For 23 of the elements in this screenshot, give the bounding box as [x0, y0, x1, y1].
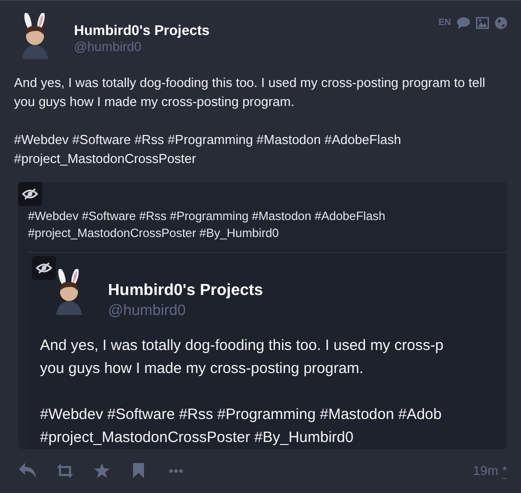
hashtag-line: #Webdev #Software #Rss #Programming #Mastodon #AdobeFlash [28, 208, 386, 225]
speech-bubble-icon [457, 16, 470, 29]
post-text: #Webdev #Software #Rss #Programming #Mastodon #AdobeFlash #project_MastodonCrossPoster [14, 131, 402, 168]
post-text-line: #Webdev #Software #Rss #Programming #Mastodon #Adob [40, 405, 443, 425]
display-name: Humbird0's Projects [108, 281, 263, 301]
user-handle[interactable]: @humbird0 [74, 39, 210, 55]
post-text-line: you guys how I made my cross-posting program. [40, 359, 364, 379]
hide-media-icon[interactable] [32, 256, 56, 280]
hide-media-icon[interactable] [18, 182, 42, 206]
edited-mark[interactable]: * [502, 463, 507, 480]
post-time[interactable]: 19m [473, 463, 502, 478]
post-text: And yes, I was totally dog-fooding this too. I used my cross-posting program to tell you guys how I made my cross-posting program. [14, 74, 486, 111]
reply-icon[interactable] [18, 461, 37, 480]
user-handle: @humbird0 [108, 301, 187, 320]
globe-icon [495, 16, 507, 29]
star-icon[interactable] [92, 461, 111, 480]
image-icon [476, 16, 489, 29]
post-text-line: #project_MastodonCrossPoster #By_Humbird0 [40, 428, 354, 448]
display-name[interactable]: Humbird0's Projects [74, 22, 210, 39]
language-label: EN [438, 16, 451, 29]
post-text-line: And yes, I was totally dog-fooding this too. I used my cross-p [40, 336, 445, 356]
attached-screenshot[interactable] [18, 182, 507, 449]
hashtag-line: #project_MastodonCrossPoster #By_Humbird0 [28, 225, 280, 242]
